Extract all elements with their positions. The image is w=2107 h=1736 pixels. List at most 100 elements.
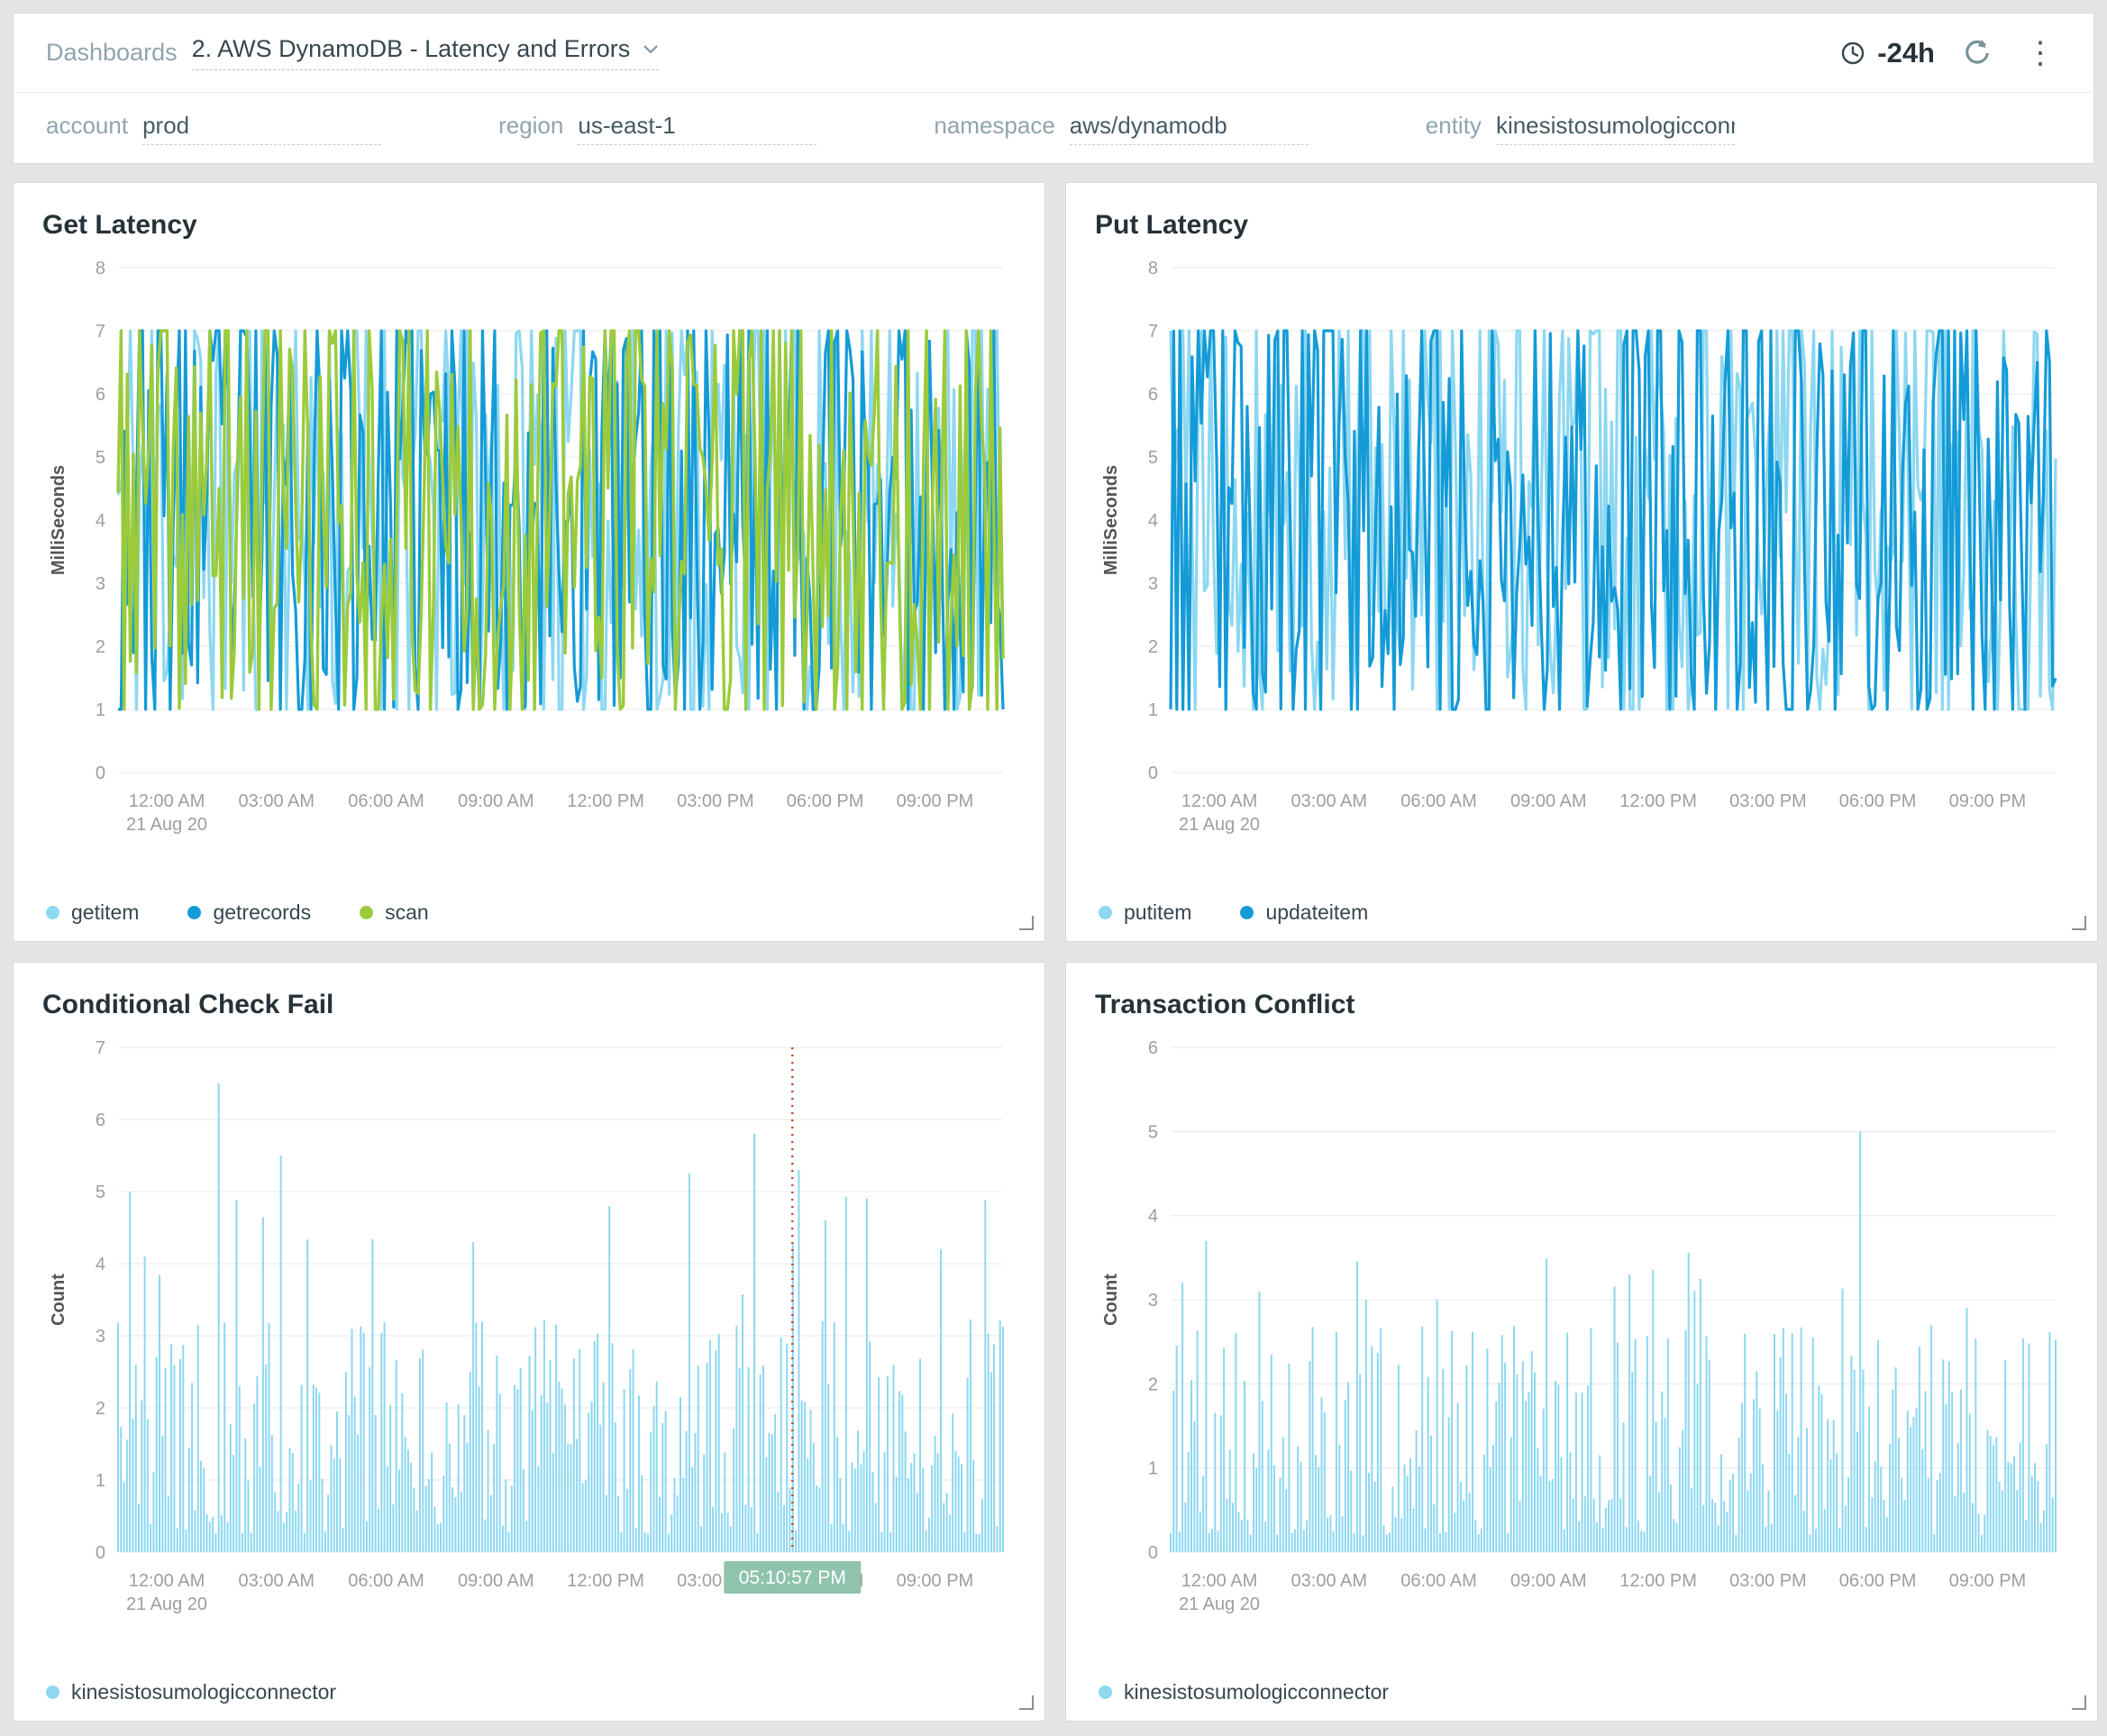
filter-region-label: region: [498, 112, 563, 140]
filter-account: account prod: [46, 112, 381, 145]
panel-resize-handle[interactable]: [1019, 916, 1034, 930]
svg-text:09:00 AM: 09:00 AM: [458, 791, 534, 811]
legend-label: scan: [385, 900, 429, 925]
svg-text:12:00 PM: 12:00 PM: [1619, 791, 1697, 811]
svg-text:3: 3: [1148, 574, 1158, 594]
filter-account-label: account: [46, 112, 128, 140]
svg-text:8: 8: [96, 259, 105, 279]
svg-text:06:00 PM: 06:00 PM: [1839, 791, 1917, 811]
svg-text:1: 1: [96, 1471, 105, 1491]
legend-dot: [360, 906, 373, 919]
legend-dot: [46, 1686, 59, 1699]
legend-label: getitem: [71, 900, 139, 925]
svg-text:03:00 AM: 03:00 AM: [239, 791, 315, 811]
panel-transaction-conflict: Transaction Conflict 012345612:00 AM21 A…: [1065, 962, 2098, 1722]
svg-text:2: 2: [1148, 1375, 1158, 1394]
svg-text:03:00 AM: 03:00 AM: [1291, 1571, 1368, 1591]
chart-canvas-get-latency[interactable]: 01234567812:00 AM21 Aug 2003:00 AM06:00 …: [41, 253, 1017, 848]
svg-text:7: 7: [96, 322, 105, 342]
svg-text:12:00 PM: 12:00 PM: [1619, 1571, 1697, 1591]
svg-text:7: 7: [96, 1038, 105, 1058]
svg-text:06:00 AM: 06:00 AM: [348, 791, 424, 811]
legend-dot: [1099, 906, 1112, 919]
chart-canvas-put-latency[interactable]: 01234567812:00 AM21 Aug 2003:00 AM06:00 …: [1093, 253, 2070, 848]
dashboard-title-dropdown[interactable]: 2. AWS DynamoDB - Latency and Errors: [192, 35, 660, 70]
svg-text:0: 0: [1148, 1543, 1158, 1563]
svg-text:03:00 PM: 03:00 PM: [1729, 791, 1807, 811]
legend-dot: [1099, 1686, 1112, 1699]
panel-resize-handle[interactable]: [1019, 1695, 1034, 1710]
filter-namespace-value[interactable]: aws/dynamodb: [1070, 112, 1309, 145]
chart-canvas-conditional-check-fail[interactable]: 0123456712:00 AM21 Aug 2003:00 AM06:00 A…: [41, 1033, 1017, 1628]
svg-text:2: 2: [96, 1399, 105, 1419]
legend-dot: [187, 906, 201, 919]
svg-text:4: 4: [96, 1255, 105, 1275]
svg-text:5: 5: [96, 1183, 105, 1202]
svg-text:4: 4: [1148, 1207, 1158, 1227]
panel-resize-handle[interactable]: [2072, 916, 2086, 930]
svg-text:1: 1: [1148, 700, 1158, 720]
legend: kinesistosumologicconnector: [41, 1662, 1017, 1704]
svg-text:7: 7: [1148, 322, 1158, 342]
legend-label: kinesistosumologicconnector: [1124, 1680, 1389, 1704]
svg-text:06:00 AM: 06:00 AM: [1400, 1571, 1477, 1591]
clock-icon: [1839, 40, 1866, 67]
legend: getitem getrecords scan: [41, 882, 1017, 925]
svg-text:0: 0: [96, 1543, 105, 1563]
refresh-button[interactable]: [1962, 38, 1993, 69]
svg-text:2: 2: [1148, 637, 1158, 657]
svg-text:5: 5: [1148, 448, 1158, 468]
panel-title: Get Latency: [42, 210, 1017, 241]
legend-item-kinesistosumologicconnector[interactable]: kinesistosumologicconnector: [46, 1680, 336, 1704]
svg-text:21 Aug 20: 21 Aug 20: [126, 815, 207, 835]
svg-text:4: 4: [96, 511, 105, 531]
time-range-control[interactable]: -24h: [1839, 37, 1935, 69]
filter-region: region us-east-1: [498, 112, 816, 145]
svg-text:21 Aug 20: 21 Aug 20: [126, 1594, 207, 1614]
panel-title: Put Latency: [1095, 210, 2070, 241]
dashboard-page: Dashboards 2. AWS DynamoDB - Latency and…: [0, 0, 2107, 1736]
svg-text:09:00 AM: 09:00 AM: [1510, 791, 1587, 811]
svg-text:0: 0: [96, 763, 105, 783]
svg-text:6: 6: [96, 1110, 105, 1130]
panel-grid: Get Latency 01234567812:00 AM21 Aug 2003…: [13, 182, 2094, 1722]
legend-label: getrecords: [213, 900, 311, 925]
svg-text:09:00 AM: 09:00 AM: [1510, 1571, 1587, 1591]
refresh-icon: [1962, 38, 1993, 69]
svg-text:6: 6: [96, 385, 105, 405]
svg-text:4: 4: [1148, 511, 1158, 531]
legend-item-getrecords[interactable]: getrecords: [187, 900, 311, 925]
svg-text:06:00 PM: 06:00 PM: [1839, 1571, 1917, 1591]
panel-title: Transaction Conflict: [1095, 990, 2070, 1020]
svg-text:3: 3: [96, 1327, 105, 1347]
legend-item-putitem[interactable]: putitem: [1099, 900, 1191, 925]
svg-text:1: 1: [96, 700, 105, 720]
legend-item-updateitem[interactable]: updateitem: [1240, 900, 1368, 925]
filter-entity-value[interactable]: kinesistosumologicconnector: [1496, 112, 1735, 145]
filter-entity-label: entity: [1426, 112, 1482, 140]
svg-text:09:00 AM: 09:00 AM: [458, 1571, 534, 1591]
svg-text:MilliSeconds: MilliSeconds: [1101, 465, 1121, 575]
filter-region-value[interactable]: us-east-1: [578, 112, 816, 145]
panel-resize-handle[interactable]: [2072, 1695, 2086, 1710]
svg-text:12:00 AM: 12:00 AM: [129, 1571, 205, 1591]
svg-text:1: 1: [1148, 1459, 1158, 1479]
svg-text:12:00 AM: 12:00 AM: [1181, 1571, 1258, 1591]
more-options-button[interactable]: ⋮: [2020, 38, 2061, 69]
svg-text:03:00 AM: 03:00 AM: [239, 1571, 315, 1591]
svg-text:2: 2: [96, 637, 105, 657]
legend-item-kinesistosumologicconnector[interactable]: kinesistosumologicconnector: [1099, 1680, 1389, 1704]
svg-text:09:00 PM: 09:00 PM: [897, 1571, 974, 1591]
svg-text:5: 5: [1148, 1122, 1158, 1142]
legend-item-getitem[interactable]: getitem: [46, 900, 139, 925]
panel-get-latency: Get Latency 01234567812:00 AM21 Aug 2003…: [13, 182, 1045, 942]
filter-namespace-label: namespace: [934, 112, 1054, 140]
chart-canvas-transaction-conflict[interactable]: 012345612:00 AM21 Aug 2003:00 AM06:00 AM…: [1093, 1033, 2070, 1628]
panel-title: Conditional Check Fail: [42, 990, 1017, 1020]
svg-text:Count: Count: [49, 1274, 68, 1326]
legend-item-scan[interactable]: scan: [360, 900, 429, 925]
legend-label: kinesistosumologicconnector: [71, 1680, 336, 1704]
toolbar: Dashboards 2. AWS DynamoDB - Latency and…: [14, 14, 2093, 93]
breadcrumb-dashboards[interactable]: Dashboards: [46, 39, 178, 67]
filter-account-value[interactable]: prod: [142, 112, 381, 145]
